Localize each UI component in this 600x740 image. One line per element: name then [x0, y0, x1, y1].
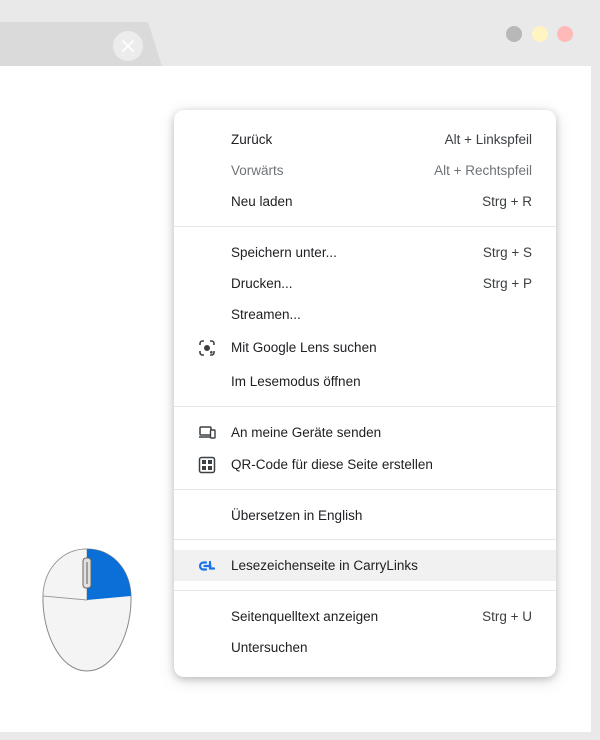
menu-item-label: Vorwärts — [231, 163, 284, 178]
devices-icon — [198, 424, 216, 442]
menu-item-shortcut: Strg + U — [482, 609, 532, 624]
tab-close-button[interactable] — [113, 31, 143, 61]
window-maximize-button[interactable] — [532, 26, 548, 42]
window-frame-right — [591, 66, 600, 740]
menu-item-qr-code-fur-diese-seite-erstellen[interactable]: QR-Code für diese Seite erstellen — [174, 449, 556, 480]
menu-item-shortcut: Strg + S — [482, 245, 532, 260]
menu-item-mit-google-lens-suchen[interactable]: Mit Google Lens suchen — [174, 332, 556, 363]
menu-item-ubersetzen-in-english[interactable]: Übersetzen in English — [174, 500, 556, 531]
menu-item-label: Mit Google Lens suchen — [231, 340, 377, 355]
menu-item-shortcut: Strg + P — [482, 276, 532, 291]
menu-item-label: An meine Geräte senden — [231, 425, 382, 440]
menu-item-speichern-unter[interactable]: Speichern unter... Strg + S — [174, 237, 556, 268]
menu-item-shortcut: Alt + Linkspfeil — [444, 132, 532, 147]
mouse-right-button — [87, 549, 131, 600]
menu-item-im-lesemodus-offnen[interactable]: Im Lesemodus öffnen — [174, 366, 556, 397]
window-close-button[interactable] — [557, 26, 573, 42]
menu-item-drucken[interactable]: Drucken... Strg + P — [174, 268, 556, 299]
menu-separator — [174, 539, 556, 540]
menu-item-vorwarts: Vorwärts Alt + Rechtspfeil — [174, 155, 556, 186]
menu-item-label: Speichern unter... — [231, 245, 337, 260]
menu-item-label: Im Lesemodus öffnen — [231, 374, 361, 389]
close-icon — [122, 40, 134, 52]
menu-item-streamen[interactable]: Streamen... — [174, 299, 556, 330]
menu-item-shortcut: Alt + Rechtspfeil — [434, 163, 532, 178]
menu-separator — [174, 226, 556, 227]
menu-separator — [174, 489, 556, 490]
menu-item-label: Lesezeichenseite in CarryLinks — [231, 558, 418, 573]
menu-item-untersuchen[interactable]: Untersuchen — [174, 632, 556, 663]
menu-item-label: Streamen... — [231, 307, 301, 322]
menu-item-lesezeichenseite-in-carrylinks[interactable]: Lesezeichenseite in CarryLinks — [174, 550, 556, 581]
menu-separator — [174, 406, 556, 407]
menu-item-label: Untersuchen — [231, 640, 308, 655]
carrylinks-icon — [198, 557, 216, 575]
google-lens-icon — [198, 339, 216, 357]
menu-item-an-meine-gerate-senden[interactable]: An meine Geräte senden — [174, 417, 556, 448]
menu-item-shortcut: Strg + R — [482, 194, 532, 209]
menu-item-label: QR-Code für diese Seite erstellen — [231, 457, 433, 472]
qr-code-icon — [198, 456, 216, 474]
menu-item-label: Zurück — [231, 132, 273, 147]
menu-item-label: Neu laden — [231, 194, 293, 209]
menu-item-label: Übersetzen in English — [231, 508, 363, 523]
menu-item-neu-laden[interactable]: Neu laden Strg + R — [174, 186, 556, 217]
context-menu: Zurück Alt + Linkspfeil Vorwärts Alt + Rech… — [174, 110, 556, 677]
window-minimize-button[interactable] — [506, 26, 522, 42]
menu-item-zuruck[interactable]: Zurück Alt + Linkspfeil — [174, 124, 556, 155]
menu-item-label: Seitenquelltext anzeigen — [231, 609, 379, 624]
menu-item-label: Drucken... — [231, 276, 293, 291]
window-frame-bottom — [0, 732, 600, 740]
menu-item-seitenquelltext-anzeigen[interactable]: Seitenquelltext anzeigen Strg + U — [174, 601, 556, 632]
mouse-illustration — [42, 548, 132, 672]
menu-separator — [174, 590, 556, 591]
mouse-left-button — [42, 548, 88, 601]
